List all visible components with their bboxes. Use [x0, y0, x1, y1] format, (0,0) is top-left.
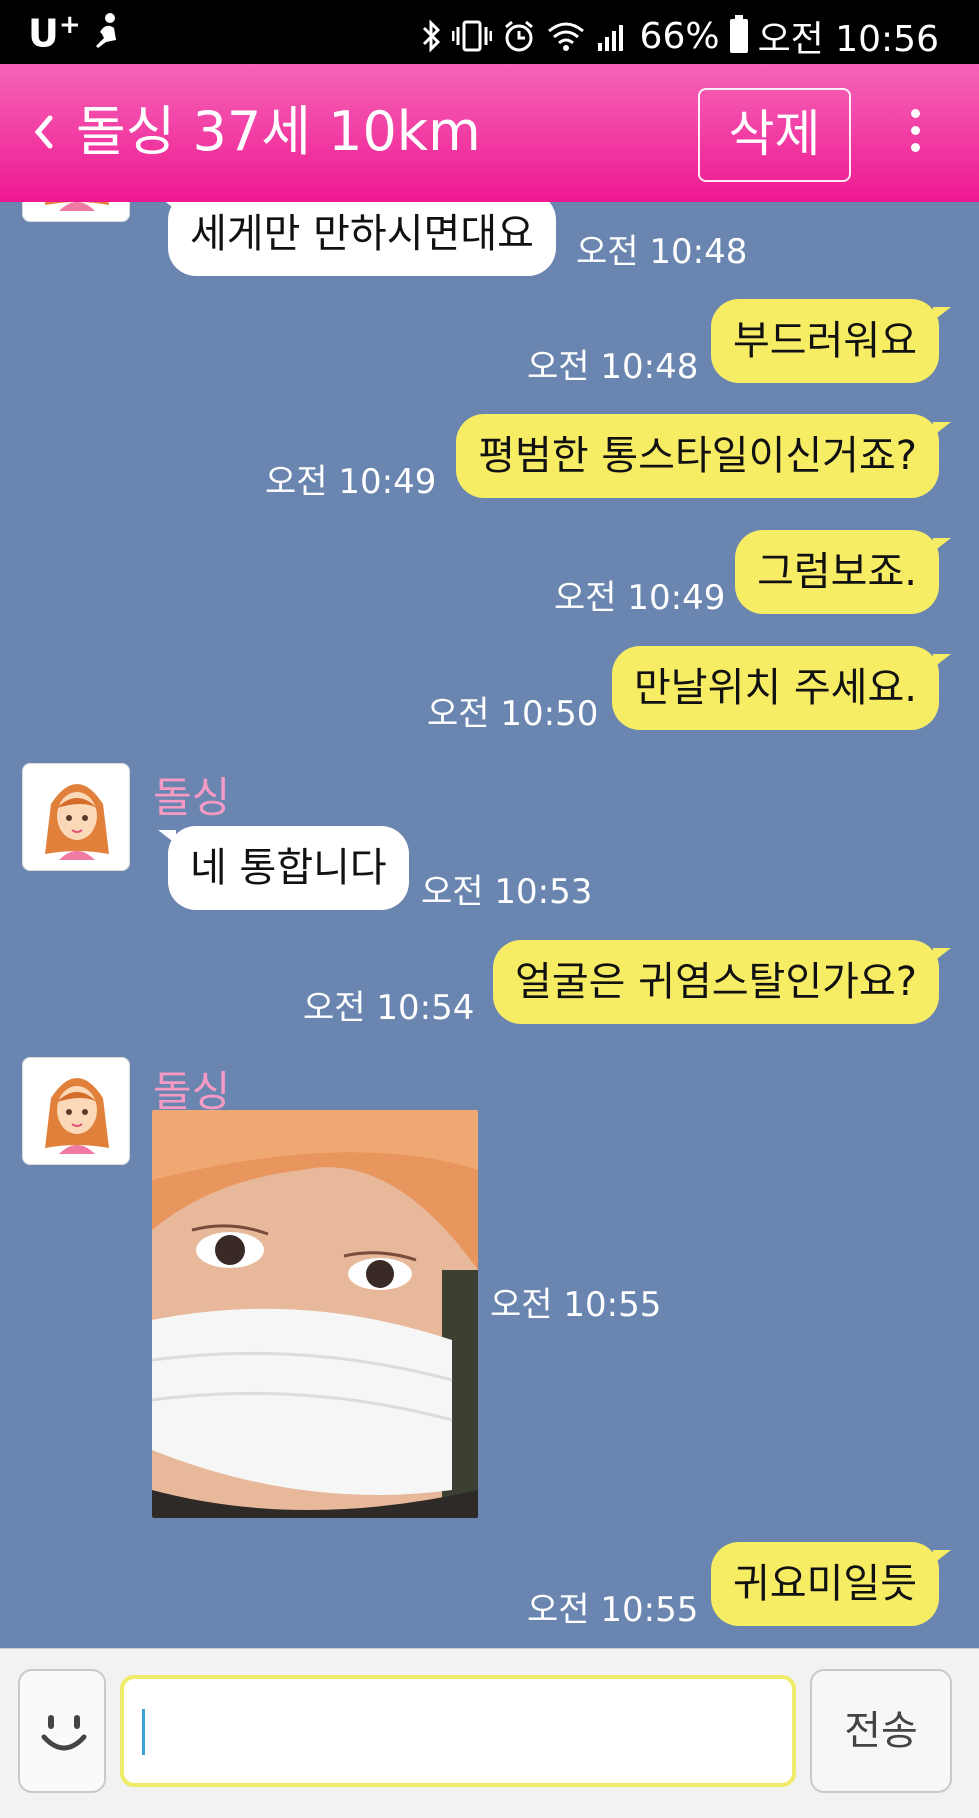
message-time: 오전 10:49	[554, 578, 726, 618]
message-bubble[interactable]: 평범한 통스타일이신거죠?	[456, 414, 951, 498]
message-time: 오전 10:55	[527, 1590, 699, 1630]
message-input-caret-layer	[120, 1675, 796, 1787]
sender-name: 돌싱	[153, 773, 231, 822]
vibrate-icon	[451, 20, 492, 52]
smiley-icon	[41, 1715, 87, 1751]
message-bubble[interactable]: 네 통합니다	[158, 826, 409, 910]
avatar-girl-icon	[45, 202, 109, 211]
alarm-icon	[504, 20, 533, 52]
selfie-photo	[152, 1110, 478, 1518]
battery-icon	[729, 15, 748, 53]
wifi-icon	[547, 22, 584, 51]
message-time: 오전 10:54	[303, 988, 475, 1028]
message-bubble[interactable]: 만날위치 주세요.	[611, 646, 952, 730]
status-bar: U+ 66% 오전 10:56	[0, 0, 979, 64]
message-time: 오전 10:48	[576, 232, 748, 272]
chat-header: 돌싱 37세 10km 삭제	[0, 64, 979, 202]
message-time: 오전 10:53	[421, 872, 593, 912]
carrier-label: U+	[28, 10, 81, 56]
input-bar: 전송	[0, 1648, 979, 1818]
message-time: 오전 10:55	[490, 1285, 662, 1325]
avatar-girl-icon	[45, 784, 109, 860]
more-vert-icon[interactable]	[905, 109, 925, 161]
bluetooth-icon	[422, 19, 440, 53]
avatar-girl-icon	[45, 1078, 109, 1154]
message-bubble[interactable]: 얼굴은 귀염스탈인가요?	[493, 940, 951, 1024]
message-time: 오전 10:50	[427, 694, 599, 734]
chat-area[interactable]: 세게만 만하시면대요 오전 10:48 부드러워요 오전 10:48 평범한 통…	[0, 202, 979, 1648]
emoji-button[interactable]	[18, 1669, 106, 1793]
avatar[interactable]	[22, 763, 130, 871]
text-caret	[142, 1709, 145, 1755]
chat-title[interactable]: 돌싱 37세 10km	[76, 100, 481, 164]
send-button[interactable]: 전송	[810, 1669, 952, 1793]
chevron-left-icon[interactable]	[28, 110, 58, 154]
message-bubble[interactable]: 부드러워요	[711, 299, 951, 383]
runner-icon	[96, 13, 116, 48]
message-bubble[interactable]: 그럼보죠.	[735, 530, 951, 614]
message-time: 오전 10:48	[527, 347, 699, 387]
delete-button[interactable]: 삭제	[698, 88, 851, 182]
message-bubble[interactable]: 세게만 만하시면대요	[158, 202, 556, 276]
status-time: 오전 10:56	[757, 19, 939, 60]
signal-icon	[597, 25, 623, 51]
message-bubble[interactable]: 귀요미일듯	[711, 1542, 951, 1626]
avatar[interactable]	[22, 1057, 130, 1165]
photo-message[interactable]	[152, 1110, 478, 1518]
message-time: 오전 10:49	[265, 462, 437, 502]
avatar[interactable]	[22, 202, 130, 222]
battery-percent: 66%	[639, 15, 720, 57]
